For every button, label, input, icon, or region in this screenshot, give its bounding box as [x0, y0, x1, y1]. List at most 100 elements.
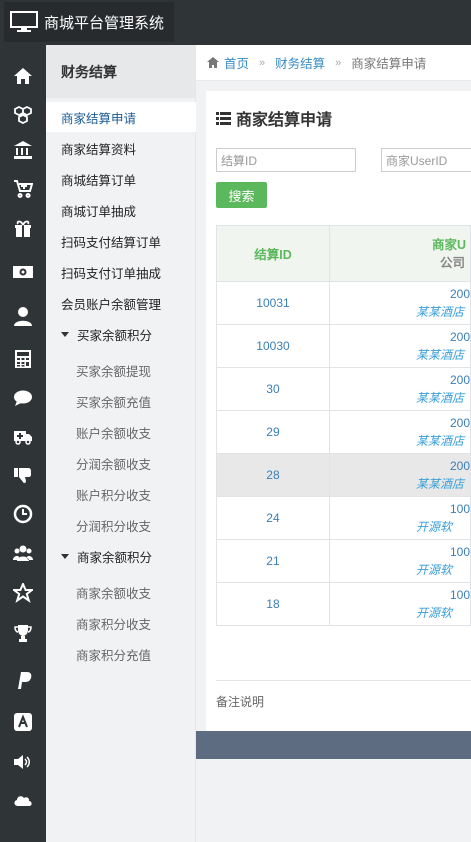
settlement-id-input[interactable]: 结算ID [216, 148, 356, 172]
submenu-item-account-points-flow[interactable]: 账户积分收支 [46, 479, 196, 509]
submenu-item-label: 商家结算资料 [61, 142, 137, 157]
caret-down-icon [61, 553, 69, 559]
submenu-item-label: 分润余额收支 [76, 457, 152, 472]
merchant-user-cell: 200 某某酒店 [328, 410, 471, 454]
ambulance-icon[interactable] [0, 421, 46, 451]
footer-bar [196, 731, 471, 759]
submenu-item-profit-points-flow[interactable]: 分润积分收支 [46, 510, 196, 540]
submenu-item-merchant-settlement-info[interactable]: 商家结算资料 [46, 133, 196, 163]
submenu-item-profit-balance-flow[interactable]: 分润余额收支 [46, 448, 196, 478]
star-icon[interactable] [0, 578, 46, 608]
clock-icon[interactable] [0, 499, 46, 529]
table-row[interactable]: 29 200 某某酒店 [216, 410, 471, 454]
merchant-user-id[interactable]: 200 [330, 457, 470, 475]
table-row[interactable]: 10031 200 某某酒店 [216, 281, 471, 325]
bank-icon[interactable] [0, 135, 46, 165]
app-title: 商城平台管理系统 [44, 14, 165, 32]
submenu-item-merchant-points-flow[interactable]: 商家积分收支 [46, 608, 196, 638]
merchant-user-id[interactable]: 200 [330, 328, 470, 346]
icon-rail [0, 45, 46, 842]
money-icon[interactable] [0, 257, 46, 287]
top-bar: 商城平台管理系统 [0, 0, 471, 45]
volume-icon[interactable] [0, 747, 46, 777]
col-header-merchant-user[interactable]: 商家U 公司 [328, 225, 471, 282]
settlement-id-cell[interactable]: 24 [216, 496, 330, 540]
table-row[interactable]: 30 200 某某酒店 [216, 367, 471, 411]
merchant-user-id[interactable]: 100 [330, 500, 470, 518]
breadcrumb-home-link[interactable]: 首页 [224, 53, 249, 72]
merchant-user-cell: 200 某某酒店 [328, 281, 471, 325]
company-name: 某某酒店 [415, 348, 464, 362]
merchant-user-cell: 100 开源软 [328, 582, 471, 626]
submenu-item-label: 会员账户余额管理 [61, 297, 162, 312]
table-header-row: 结算ID 商家U 公司 [216, 225, 471, 282]
trophy-icon[interactable] [0, 618, 46, 648]
submenu-item-buyer-withdraw[interactable]: 买家余额提现 [46, 355, 196, 385]
page-title: 商家结算申请 [216, 106, 332, 130]
settlement-id-cell[interactable]: 10031 [216, 281, 330, 325]
submenu-group-merchant-balance[interactable]: 商家余额积分 [46, 541, 196, 571]
calculator-icon[interactable] [0, 344, 46, 374]
home-icon[interactable] [0, 61, 46, 91]
table-row[interactable]: 18 100 开源软 [216, 582, 471, 626]
thumbs-down-icon[interactable] [0, 460, 46, 490]
submenu-item-mall-settlement-orders[interactable]: 商城结算订单 [46, 164, 196, 194]
table-row[interactable]: 21 100 开源软 [216, 539, 471, 583]
settlement-id-cell[interactable]: 21 [216, 539, 330, 583]
submenu-item-label: 商家积分充值 [76, 648, 152, 663]
app-store-icon[interactable] [0, 707, 46, 737]
table-row[interactable]: 24 100 开源软 [216, 496, 471, 540]
col-header-label: 商家U [431, 237, 466, 252]
brand-logo[interactable]: 商城平台管理系统 [4, 2, 174, 42]
merchant-user-cell: 200 某某酒店 [328, 324, 471, 368]
submenu-item-merchant-settlement-apply[interactable]: 商家结算申请 [46, 102, 196, 132]
settlement-id-cell[interactable]: 29 [216, 410, 330, 454]
merchant-user-id[interactable]: 200 [330, 371, 470, 389]
main-content: 首页 » 财务结算 » 商家结算申请 商家结算申请 结算ID 商家UserID … [196, 45, 471, 842]
submenu-item-scan-pay-commission[interactable]: 扫码支付订单抽成 [46, 257, 196, 287]
cubes-icon[interactable] [0, 100, 46, 130]
monitor-icon [10, 11, 38, 32]
submenu-item-label: 商家余额收支 [76, 586, 152, 601]
gift-icon[interactable] [0, 213, 46, 243]
settlement-id-cell[interactable]: 10030 [216, 324, 330, 368]
settlement-table: 结算ID 商家U 公司 10031 200 某某酒店 10030 200 某某酒店 30 200… [216, 225, 471, 626]
submenu-item-label: 商家结算申请 [61, 111, 137, 126]
company-name: 某某酒店 [415, 434, 464, 448]
merchant-user-id[interactable]: 100 [330, 586, 470, 604]
merchant-user-id[interactable]: 200 [330, 285, 470, 303]
settlement-id-cell[interactable]: 18 [216, 582, 330, 626]
users-icon[interactable] [0, 538, 46, 568]
caret-down-icon [61, 331, 69, 337]
table-row[interactable]: 10030 200 某某酒店 [216, 324, 471, 368]
paypal-icon[interactable] [0, 665, 46, 695]
submenu-item-buyer-recharge[interactable]: 买家余额充值 [46, 386, 196, 416]
cloud-icon[interactable] [0, 785, 46, 815]
user-icon[interactable] [0, 301, 46, 331]
remarks-label: 备注说明 [216, 695, 265, 709]
merchant-user-id[interactable]: 200 [330, 414, 470, 432]
submenu-item-mall-order-commission[interactable]: 商城订单抽成 [46, 195, 196, 225]
comment-icon[interactable] [0, 383, 46, 413]
submenu-header: 财务结算 [46, 45, 195, 98]
search-button[interactable]: 搜索 [216, 182, 267, 208]
submenu-item-merchant-points-recharge[interactable]: 商家积分充值 [46, 639, 196, 669]
submenu-item-scan-pay-settlement[interactable]: 扫码支付结算订单 [46, 226, 196, 256]
col-header-settlement-id[interactable]: 结算ID [216, 225, 330, 282]
submenu-item-merchant-balance-flow[interactable]: 商家余额收支 [46, 577, 196, 607]
settlement-id-cell[interactable]: 28 [216, 453, 330, 497]
page-title-text: 商家结算申请 [236, 112, 333, 129]
merchant-user-cell: 100 开源软 [328, 539, 471, 583]
merchant-userid-input[interactable]: 商家UserID [381, 148, 471, 172]
breadcrumb-section-link[interactable]: 财务结算 [275, 53, 325, 72]
cart-plus-icon[interactable] [0, 174, 46, 204]
submenu-item-label: 买家余额提现 [76, 364, 152, 379]
submenu-group-buyer-balance[interactable]: 买家余额积分 [46, 319, 196, 349]
submenu-item-member-balance[interactable]: 会员账户余额管理 [46, 288, 196, 318]
merchant-user-id[interactable]: 100 [330, 543, 470, 561]
company-name: 某某酒店 [415, 391, 464, 405]
table-row[interactable]: 28 200 某某酒店 [216, 453, 471, 497]
submenu-item-label: 买家余额充值 [76, 395, 152, 410]
settlement-id-cell[interactable]: 30 [216, 367, 330, 411]
submenu-item-account-balance-flow[interactable]: 账户余额收支 [46, 417, 196, 447]
